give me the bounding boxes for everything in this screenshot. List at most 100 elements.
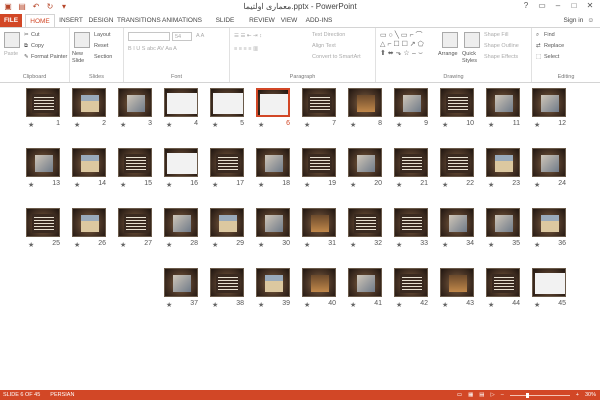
slide-thumbnail[interactable] — [164, 148, 198, 177]
slide-thumbnail[interactable] — [210, 88, 244, 117]
slide-thumbnail-slot[interactable]: ★ 2 — [72, 88, 122, 134]
tab-animations[interactable]: ANIMATIONS — [162, 14, 202, 27]
maximize-button[interactable]: □ — [566, 0, 582, 12]
slide-thumbnail[interactable] — [210, 268, 244, 297]
slide-thumbnail-slot[interactable]: ★ 17 — [210, 148, 260, 194]
slide-thumbnail[interactable] — [486, 148, 520, 177]
slide-thumbnail[interactable] — [532, 148, 566, 177]
copy-icon[interactable]: ⧉ — [24, 43, 28, 50]
arrange-icon[interactable] — [442, 32, 458, 48]
slide-thumbnail[interactable] — [440, 148, 474, 177]
slide-thumbnail[interactable] — [302, 268, 336, 297]
slideshow-view-icon[interactable]: ▷ — [490, 390, 494, 400]
section-button[interactable]: Section — [94, 54, 112, 60]
language-indicator[interactable]: PERSIAN — [50, 390, 74, 400]
slide-thumbnail[interactable] — [394, 268, 428, 297]
reading-view-icon[interactable]: ▤ — [479, 390, 484, 400]
slide-thumbnail-slot[interactable]: ★ 40 — [302, 268, 352, 314]
slide-thumbnail[interactable] — [486, 88, 520, 117]
close-button[interactable]: ✕ — [582, 0, 598, 12]
transition-star-icon[interactable]: ★ — [28, 121, 34, 129]
slide-thumbnail[interactable] — [440, 88, 474, 117]
font-style-icons[interactable]: B I U S abc AV Aa A — [128, 46, 177, 52]
paste-icon[interactable] — [4, 32, 20, 48]
slide-thumbnail[interactable] — [210, 208, 244, 237]
slide-thumbnail-slot[interactable]: ★ 33 — [394, 208, 444, 254]
slide-thumbnail-slot[interactable]: ★ 9 — [394, 88, 444, 134]
slide-thumbnail[interactable] — [486, 208, 520, 237]
slide-thumbnail[interactable] — [164, 268, 198, 297]
find-button[interactable]: Find — [544, 32, 555, 38]
slide-thumbnail[interactable] — [532, 268, 566, 297]
slide-thumbnail[interactable] — [256, 268, 290, 297]
slide-thumbnail-slot[interactable]: ★ 12 — [532, 88, 582, 134]
slide-thumbnail-slot[interactable]: ★ 24 — [532, 148, 582, 194]
zoom-slider-knob[interactable] — [525, 392, 529, 398]
normal-view-icon[interactable]: ▭ — [457, 390, 462, 400]
slide-thumbnail[interactable] — [302, 208, 336, 237]
find-icon[interactable]: ⌕ — [536, 32, 539, 39]
slide-thumbnail[interactable] — [118, 208, 152, 237]
slide-thumbnail[interactable] — [26, 208, 60, 237]
slide-thumbnail-slot[interactable]: ★ 8 — [348, 88, 398, 134]
font-size-icons[interactable]: A A — [196, 33, 204, 39]
slide-thumbnail-slot[interactable]: ★ 3 — [118, 88, 168, 134]
shape-effects-button[interactable]: Shape Effects — [484, 54, 518, 60]
zoom-in-icon[interactable]: + — [576, 390, 579, 400]
replace-button[interactable]: Replace — [544, 43, 564, 49]
slide-thumbnail[interactable] — [26, 88, 60, 117]
slide-thumbnail-slot[interactable]: ★ 43 — [440, 268, 490, 314]
slide-thumbnail[interactable] — [210, 148, 244, 177]
zoom-out-icon[interactable]: – — [501, 390, 504, 400]
scissors-icon[interactable]: ✂ — [24, 32, 29, 38]
slide-thumbnail-slot[interactable]: ★ 14 — [72, 148, 122, 194]
slide-thumbnail[interactable] — [532, 208, 566, 237]
tab-file[interactable]: FILE — [0, 14, 22, 27]
slide-thumbnail[interactable] — [348, 208, 382, 237]
slide-thumbnail[interactable] — [72, 208, 106, 237]
slide-thumbnail[interactable] — [532, 88, 566, 117]
slide-thumbnail-slot[interactable]: ★ 42 — [394, 268, 444, 314]
tab-transitions[interactable]: TRANSITIONS — [117, 14, 161, 27]
reset-button[interactable]: Reset — [94, 43, 108, 49]
font-name-combo[interactable] — [128, 32, 170, 41]
slide-thumbnail-slot[interactable]: ★ 1 — [26, 88, 76, 134]
slide-thumbnail[interactable] — [486, 268, 520, 297]
slide-thumbnail-slot[interactable]: ★ 28 — [164, 208, 214, 254]
list-icons[interactable]: ☰ ☰ ⇤ ⇥ ↕ — [234, 33, 262, 39]
replace-icon[interactable]: ⇄ — [536, 43, 541, 49]
text-direction-button[interactable]: Text Direction — [312, 32, 345, 38]
slide-thumbnail[interactable] — [348, 148, 382, 177]
new-slide-icon[interactable] — [74, 32, 90, 48]
slide-thumbnail[interactable] — [348, 268, 382, 297]
tab-review[interactable]: REVIEW — [248, 14, 276, 27]
slide-thumbnail[interactable] — [72, 88, 106, 117]
convert-smartart-button[interactable]: Convert to SmartArt — [312, 54, 361, 60]
shapes-gallery[interactable]: ▭ ○ ╲ ▭ ⌐ ⌒ △ ⌐ ☐ ☐ ↗ ⬠ ⬆ ⬌ ⬎ ☆ ⌢ ⌣ — [380, 31, 424, 58]
slide-thumbnail[interactable] — [164, 88, 198, 117]
tab-add-ins[interactable]: ADD-INS — [303, 14, 335, 27]
slide-thumbnail-slot[interactable]: ★ 13 — [26, 148, 76, 194]
slide-thumbnail-slot[interactable]: ★ 15 — [118, 148, 168, 194]
slide-thumbnail[interactable] — [118, 148, 152, 177]
shape-fill-button[interactable]: Shape Fill — [484, 32, 508, 38]
paste-button[interactable]: Paste — [4, 51, 18, 57]
tab-home[interactable]: HOME — [25, 14, 55, 28]
user-icon[interactable]: ☺ — [587, 14, 594, 27]
slide-thumbnail[interactable] — [440, 268, 474, 297]
minimize-button[interactable]: – — [550, 0, 566, 12]
slide-thumbnail-slot[interactable]: ★ 45 — [532, 268, 582, 314]
slide-thumbnail-slot[interactable]: ★ 5 — [210, 88, 260, 134]
new-slide-button[interactable]: New Slide — [72, 51, 92, 65]
slide-thumbnail-slot[interactable]: ★ 35 — [486, 208, 536, 254]
slide-thumbnail-slot[interactable]: ★ 16 — [164, 148, 214, 194]
slide-thumbnail[interactable] — [394, 88, 428, 117]
slide-thumbnail-slot[interactable]: ★ 29 — [210, 208, 260, 254]
slide-thumbnail[interactable] — [26, 148, 60, 177]
layout-button[interactable]: Layout — [94, 32, 111, 38]
slide-thumbnail[interactable] — [440, 208, 474, 237]
slide-thumbnail[interactable] — [394, 208, 428, 237]
slide-thumbnail[interactable] — [302, 148, 336, 177]
select-icon[interactable]: ⬚ — [536, 54, 541, 60]
shape-outline-button[interactable]: Shape Outline — [484, 43, 519, 49]
